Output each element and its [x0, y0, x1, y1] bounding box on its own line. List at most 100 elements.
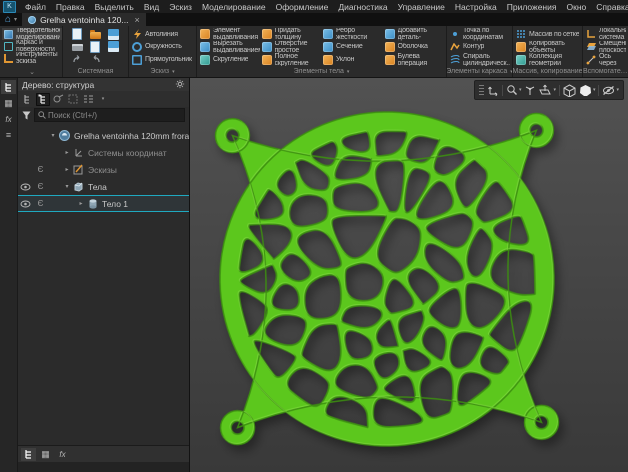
3d-model-voronoi-fan-grille[interactable] — [190, 78, 628, 472]
panel-caret-icon[interactable]: ▾ — [172, 69, 175, 75]
circle-button[interactable]: Окружность — [132, 41, 194, 54]
variables-tab-icon[interactable]: fx — [55, 448, 70, 461]
geometry-collection-icon — [516, 55, 526, 65]
section-marker-icon[interactable]: Є — [33, 182, 48, 191]
full-fillet-button[interactable]: Полное скругление — [262, 53, 322, 66]
open-folder-icon[interactable] — [90, 32, 101, 39]
fillet-button[interactable]: Скругление — [200, 53, 260, 66]
point-by-coordinates-button[interactable]: Точка по координатам — [450, 28, 510, 41]
visibility-eye-icon[interactable] — [18, 183, 33, 191]
grid-pattern-button[interactable]: Массив по сетке — [516, 28, 580, 41]
variables-panel-icon[interactable]: fx — [1, 112, 16, 126]
draft-button[interactable]: Уклон — [323, 53, 383, 66]
menu-select[interactable]: Выделить — [90, 2, 139, 12]
mode-sketch-tools[interactable]: Инструменты эскиза — [2, 52, 62, 64]
menu-sketch[interactable]: Эскиз — [164, 2, 197, 12]
expand-caret-icon[interactable]: ▸ — [62, 166, 72, 173]
rectangle-button[interactable]: Прямоугольник — [132, 53, 194, 66]
tree-item-sketches[interactable]: Є ▸ Эскизы — [18, 161, 189, 178]
shell-button[interactable]: Оболочка — [385, 41, 445, 54]
expand-caret-icon[interactable]: ▸ — [62, 149, 72, 156]
mode-wireframe-surfaces[interactable]: Каркас и поверхности — [2, 40, 62, 52]
home-caret-icon[interactable]: ▾ — [13, 13, 22, 26]
tree-item-root[interactable]: ▾ Grelha ventoinha 120mm froral 2 Grelha… — [18, 127, 189, 144]
undo-icon[interactable] — [72, 54, 83, 65]
document-preview-icon[interactable] — [90, 41, 100, 53]
new-document-icon[interactable] — [72, 28, 82, 40]
normal-to-button[interactable]: ▾ — [539, 84, 556, 96]
parameters-tab-icon[interactable]: ▦ — [38, 448, 53, 461]
display-mode-button[interactable]: ▾ — [579, 84, 596, 97]
axis-two-points-button[interactable]: Ось через две точки — [586, 53, 626, 66]
menu-view[interactable]: Вид — [139, 2, 164, 12]
print-icon[interactable] — [72, 44, 83, 51]
menu-applications[interactable]: Приложения — [502, 2, 562, 12]
expand-caret-icon[interactable]: ▾ — [48, 132, 58, 139]
contour-button[interactable]: Контур — [450, 41, 510, 54]
coordinate-system-button[interactable] — [487, 84, 499, 96]
local-csys-button[interactable]: Локальная система коор... — [586, 28, 626, 41]
cylindrical-spiral-button[interactable]: Спираль цилиндрическ... — [450, 53, 510, 66]
cut-extrude-button[interactable]: Вырезать выдавливанием — [200, 41, 260, 54]
structure-view-mode-icon[interactable] — [36, 93, 50, 106]
display-options-icon[interactable] — [81, 93, 95, 106]
modes-expand-chevron[interactable]: ⌄ — [2, 66, 62, 77]
expand-caret-icon[interactable]: ▾ — [62, 183, 72, 190]
section-marker-icon[interactable]: Є — [33, 165, 48, 174]
save-icon[interactable] — [108, 29, 119, 40]
hide-objects-button[interactable]: ▾ — [602, 85, 619, 96]
tree-panel-icon[interactable] — [1, 80, 16, 94]
relations-view-icon[interactable] — [51, 93, 65, 106]
panel-caret-icon[interactable]: ▾ — [347, 69, 350, 75]
search-input[interactable] — [48, 111, 181, 120]
zoom-button[interactable]: ▾ — [506, 84, 522, 96]
menu-modeling[interactable]: Моделирование — [197, 2, 271, 12]
tree-item-body1-selected[interactable]: Є ▸ Тело 1 — [18, 195, 189, 212]
active-document-tab[interactable]: Grelha ventoinha 120... × — [22, 13, 146, 26]
menu-diagnostics[interactable]: Диагностика — [333, 2, 392, 12]
panel-menu-icon[interactable]: ≡ — [1, 128, 16, 142]
offset-plane-button[interactable]: Смещенная плоскость — [586, 41, 626, 54]
filter-funnel-icon[interactable] — [22, 111, 31, 120]
menu-drawing[interactable]: Оформление — [271, 2, 334, 12]
tree-toolbar-caret-icon[interactable]: ▾ — [96, 93, 110, 106]
tree-item-coordinate-systems[interactable]: ▸ Системы координат — [18, 144, 189, 161]
parameters-panel-icon[interactable]: ▦ — [1, 96, 16, 110]
tree-tab-icon[interactable] — [21, 448, 36, 461]
search-box[interactable] — [34, 108, 185, 122]
menu-help[interactable]: Справка — [591, 2, 628, 12]
copy-objects-button[interactable]: Копировать объекты — [516, 41, 580, 54]
thicken-button[interactable]: Придать толщину — [262, 28, 322, 41]
add-part-blank-button[interactable]: Добавить деталь-заготов... — [385, 28, 445, 41]
viewport-3d[interactable]: ▾ ▾ ▾ ▾ — [190, 78, 628, 472]
isometric-view-button[interactable] — [563, 84, 576, 97]
close-tab-icon[interactable]: × — [134, 15, 139, 25]
tree-view-mode-icon[interactable] — [21, 93, 35, 106]
grouping-view-icon[interactable] — [66, 93, 80, 106]
menu-management[interactable]: Управление — [393, 2, 450, 12]
section-button[interactable]: Сечение — [323, 41, 383, 54]
tree-item-bodies[interactable]: Є ▾ Тела — [18, 178, 189, 195]
mode-solid-modeling[interactable]: Твердотельное моделирование — [2, 28, 62, 40]
boolean-button[interactable]: Булева операция — [385, 53, 445, 66]
redo-icon[interactable] — [90, 54, 101, 65]
section-marker-icon[interactable]: Є — [33, 199, 48, 208]
autoline-button[interactable]: Автолиния — [132, 28, 194, 41]
menu-settings[interactable]: Настройка — [450, 2, 502, 12]
menu-edit[interactable]: Правка — [51, 2, 90, 12]
shell-icon — [385, 42, 395, 52]
toolbar-grip-handle[interactable] — [479, 85, 484, 95]
orientation-button[interactable] — [524, 84, 536, 96]
home-icon[interactable]: ⌂ — [0, 13, 13, 26]
visibility-eye-icon[interactable] — [18, 200, 33, 208]
tree-panel-settings-gear-icon[interactable] — [175, 79, 185, 91]
app-logo-icon[interactable]: K — [3, 1, 16, 13]
menu-window[interactable]: Окно — [561, 2, 591, 12]
expand-caret-icon[interactable]: ▸ — [76, 200, 86, 207]
extrude-button[interactable]: Элемент выдавливания — [200, 28, 260, 41]
document-properties-icon[interactable] — [108, 41, 119, 52]
simple-hole-button[interactable]: Отверстие простое — [262, 41, 322, 54]
rib-button[interactable]: Ребро жесткости — [323, 28, 383, 41]
geometry-collection-button[interactable]: Коллекция геометрии — [516, 53, 580, 66]
menu-file[interactable]: Файл — [20, 2, 51, 12]
